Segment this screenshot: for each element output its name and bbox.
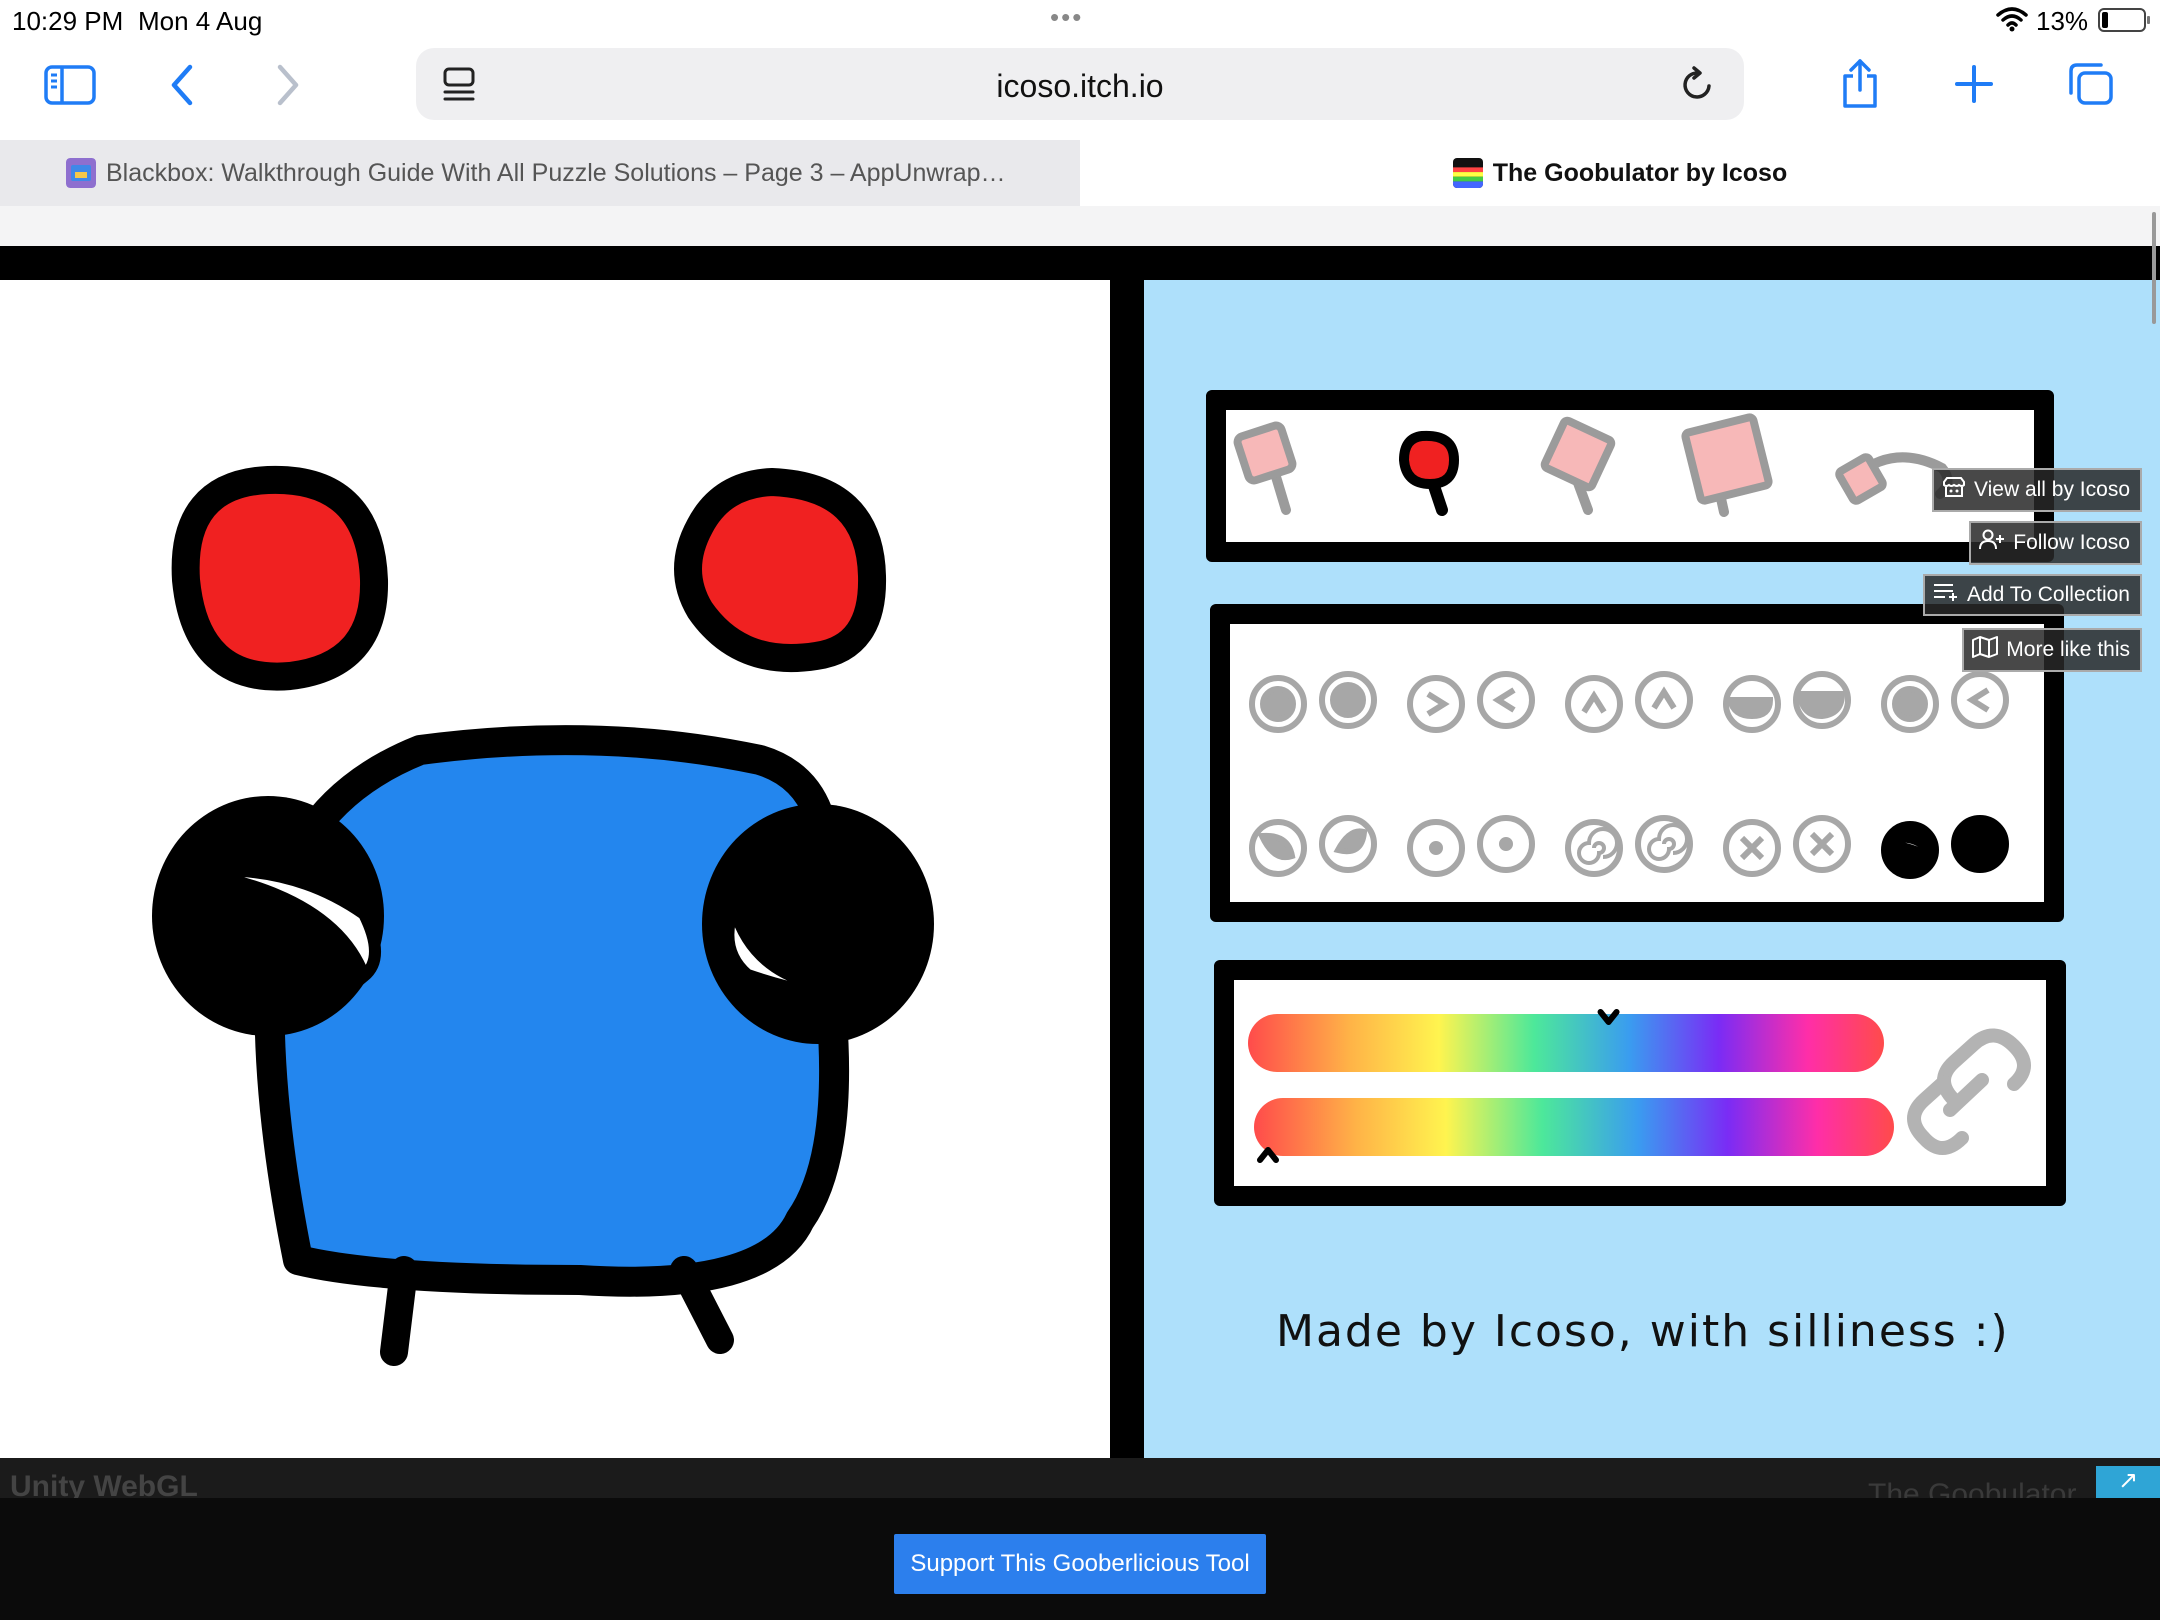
follow-label: Follow Icoso — [2013, 531, 2130, 554]
follow-button[interactable]: Follow Icoso — [1969, 521, 2142, 565]
eye-option-mixed[interactable] — [1881, 671, 2009, 733]
more-like-this-button[interactable]: More like this — [1962, 628, 2142, 672]
unity-webgl-logo: Unity WebGL — [10, 1470, 198, 1498]
battery-percent: 13% — [2036, 6, 2089, 36]
tab-title: The Goobulator by Icoso — [1492, 158, 1788, 187]
tab-blackbox[interactable]: Blackbox: Walkthrough Guide With All Puz… — [0, 140, 1124, 206]
hue-slider-bottom[interactable] — [1254, 1098, 1894, 1156]
antenna-option-4[interactable] — [1681, 413, 1773, 517]
eye-option-sleepy[interactable] — [1723, 671, 1851, 733]
credit-text: Made by Icoso, with silliness :) — [1276, 1306, 2010, 1357]
customization-panel — [1144, 280, 2160, 1458]
unity-webgl-strip: Unity WebGL The Goobulator ↗ — [0, 1458, 2160, 1498]
eye-selector — [1210, 604, 2064, 922]
address-bar[interactable]: icoso.itch.io — [416, 48, 1744, 120]
right-antenna-bulb — [674, 467, 887, 673]
left-antenna-bulb — [171, 465, 389, 691]
eye-option-arrows-out[interactable] — [1407, 671, 1535, 733]
goober-character — [152, 465, 934, 1366]
antenna-option-1[interactable] — [1233, 421, 1297, 515]
eye-option-x[interactable] — [1723, 815, 1851, 877]
forward-icon[interactable] — [266, 60, 310, 110]
character-canvas[interactable] — [0, 280, 1110, 1458]
support-button[interactable]: Support This Gooberlicious Tool — [894, 1534, 1266, 1594]
map-icon — [1972, 636, 1999, 664]
fullscreen-icon[interactable]: ↗ — [2096, 1466, 2160, 1498]
battery-icon — [2098, 8, 2150, 32]
browser-toolbar: icoso.itch.io — [0, 40, 2160, 140]
multitasking-dots[interactable]: ••• — [1050, 2, 1083, 33]
add-collection-icon — [1933, 582, 1959, 608]
tab-bar: Blackbox: Walkthrough Guide With All Puz… — [0, 140, 2160, 206]
wifi-icon — [1996, 6, 2028, 37]
antenna-option-2-selected[interactable] — [1398, 430, 1460, 516]
appunwrapper-favicon-icon — [66, 158, 96, 188]
share-icon[interactable] — [1838, 56, 1882, 112]
add-collection-label: Add To Collection — [1966, 583, 2130, 606]
more-like-this-label: More like this — [2006, 638, 2130, 661]
antenna-option-3[interactable] — [1540, 416, 1616, 515]
new-tab-icon[interactable] — [1952, 62, 1996, 106]
itch-footer-bar: Unity WebGL The Goobulator ↗ Support Thi… — [0, 1458, 2160, 1620]
sidebar-icon[interactable] — [40, 62, 100, 108]
eye-option-dots[interactable] — [1407, 815, 1535, 877]
goobulator-favicon-icon — [1452, 158, 1483, 188]
follow-user-icon — [1979, 529, 2005, 557]
color-selector — [1214, 960, 2066, 1206]
itch-store-icon — [1942, 476, 1966, 504]
page-content: Made by Icoso, with silliness :) View al… — [0, 206, 2160, 1620]
antenna-selector — [1206, 390, 2054, 562]
url-text: icoso.itch.io — [996, 68, 1164, 104]
game-canvas[interactable]: Made by Icoso, with silliness :) View al… — [0, 280, 2160, 1458]
status-bar: 10:29 PM Mon 4 Aug ••• 13% — [0, 0, 2160, 40]
scrollbar-thumb[interactable] — [2152, 212, 2156, 324]
view-all-button[interactable]: View all by Icoso — [1931, 468, 2142, 512]
eye-option-spiral[interactable] — [1565, 815, 1693, 877]
status-time: 10:29 PM — [12, 6, 124, 36]
hue-slider-top[interactable] — [1248, 1014, 1884, 1072]
eye-option-solid[interactable] — [1249, 671, 1377, 733]
game-name-label: The Goobulator — [1868, 1478, 2077, 1498]
eye-option-arrows-up[interactable] — [1565, 671, 1693, 733]
back-icon[interactable] — [160, 60, 204, 110]
eye-option-black-selected[interactable] — [1881, 815, 2009, 879]
link-colors-icon[interactable] — [1907, 1028, 2031, 1155]
panel-divider — [1110, 280, 1144, 1458]
reload-icon[interactable] — [1680, 66, 1716, 109]
tab-title: Blackbox: Walkthrough Guide With All Puz… — [106, 158, 1006, 187]
add-to-collection-button[interactable]: Add To Collection — [1922, 574, 2142, 616]
eye-option-half[interactable] — [1249, 815, 1377, 877]
view-all-label: View all by Icoso — [1973, 478, 2130, 501]
tab-overview-icon[interactable] — [2066, 60, 2116, 108]
status-date: Mon 4 Aug — [138, 6, 263, 36]
tab-goobulator[interactable]: The Goobulator by Icoso — [1080, 140, 2160, 206]
